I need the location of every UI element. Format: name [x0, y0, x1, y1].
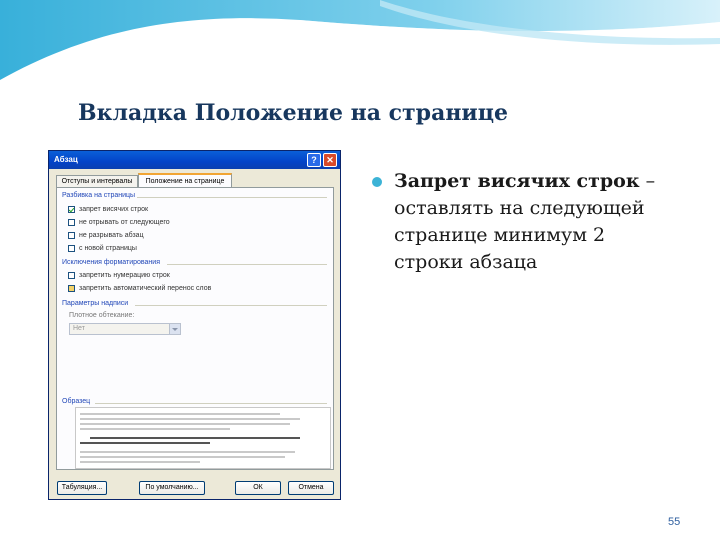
preview-line	[80, 451, 295, 453]
help-button[interactable]: ?	[307, 153, 321, 167]
tabs-button[interactable]: Табуляция...	[57, 481, 107, 495]
checkbox-box[interactable]	[68, 285, 75, 292]
group-pagination-label: Разбивка на страницы	[62, 192, 136, 199]
paragraph-dialog: Абзац ? ✕ Отступы и интервалы Положение …	[48, 150, 341, 500]
checkbox-widow-control[interactable]: запрет висячих строк	[68, 206, 148, 216]
checkbox-box[interactable]	[68, 272, 75, 279]
chevron-down-icon[interactable]	[169, 324, 180, 334]
preview-label: Образец	[62, 398, 91, 405]
preview-line	[80, 423, 290, 425]
preview-line	[90, 437, 300, 439]
bullet-icon	[372, 177, 382, 187]
checkbox-label: запрет висячих строк	[79, 206, 149, 213]
checkbox-label: не разрывать абзац	[79, 232, 144, 239]
dialog-title: Абзац	[54, 155, 78, 164]
checkbox-label: запретить автоматический перенос слов	[79, 285, 212, 292]
preview-line	[80, 418, 300, 420]
checkbox-keep-with-next[interactable]: не отрывать от следующего	[68, 219, 170, 229]
close-button[interactable]: ✕	[323, 153, 337, 167]
checkbox-box[interactable]	[68, 232, 75, 239]
preview-line	[80, 428, 230, 430]
group-textbox-label: Параметры надписи	[62, 300, 129, 307]
dialog-titlebar: Абзац ? ✕	[49, 151, 340, 169]
checkbox-no-hyphenation[interactable]: запретить автоматический перенос слов	[68, 285, 211, 295]
checkbox-box[interactable]	[68, 245, 75, 252]
preview-line	[80, 442, 210, 444]
checkbox-label: запретить нумерацию строк	[79, 272, 170, 279]
tab-line-page-breaks[interactable]: Положение на странице	[138, 173, 232, 187]
group-divider	[167, 264, 327, 265]
slide-title: Вкладка Положение на странице	[78, 100, 508, 126]
wrap-select-value: Нет	[73, 325, 85, 332]
checkbox-label: не отрывать от следующего	[79, 219, 170, 226]
bullet-bold-text: Запрет висячих строк	[394, 170, 640, 192]
tab-indents-spacing[interactable]: Отступы и интервалы	[56, 175, 138, 187]
preview-line	[80, 456, 285, 458]
wrap-label: Плотное обтекание:	[69, 312, 135, 319]
checkbox-suppress-line-numbers[interactable]: запретить нумерацию строк	[68, 272, 170, 282]
preview-line	[80, 461, 200, 463]
page-number: 55	[668, 516, 681, 528]
checkbox-box[interactable]	[68, 219, 75, 226]
group-divider	[135, 305, 327, 306]
group-formatting-label: Исключения форматирования	[62, 259, 161, 266]
wrap-select[interactable]: Нет	[69, 323, 181, 335]
default-button[interactable]: По умолчанию...	[139, 481, 205, 495]
preview-line	[80, 413, 280, 415]
checkbox-keep-lines-together[interactable]: не разрывать абзац	[68, 232, 144, 242]
checkbox-page-break-before[interactable]: с новой страницы	[68, 245, 137, 255]
ok-button[interactable]: ОК	[235, 481, 281, 495]
preview-box	[75, 407, 331, 469]
checkbox-box[interactable]	[68, 206, 75, 213]
bullet-item: Запрет висячих строк – оставлять на след…	[394, 168, 674, 276]
group-divider	[95, 403, 327, 404]
group-divider	[137, 197, 327, 198]
cancel-button[interactable]: Отмена	[288, 481, 334, 495]
header-wave-decoration	[0, 0, 720, 80]
checkbox-label: с новой страницы	[79, 245, 137, 252]
